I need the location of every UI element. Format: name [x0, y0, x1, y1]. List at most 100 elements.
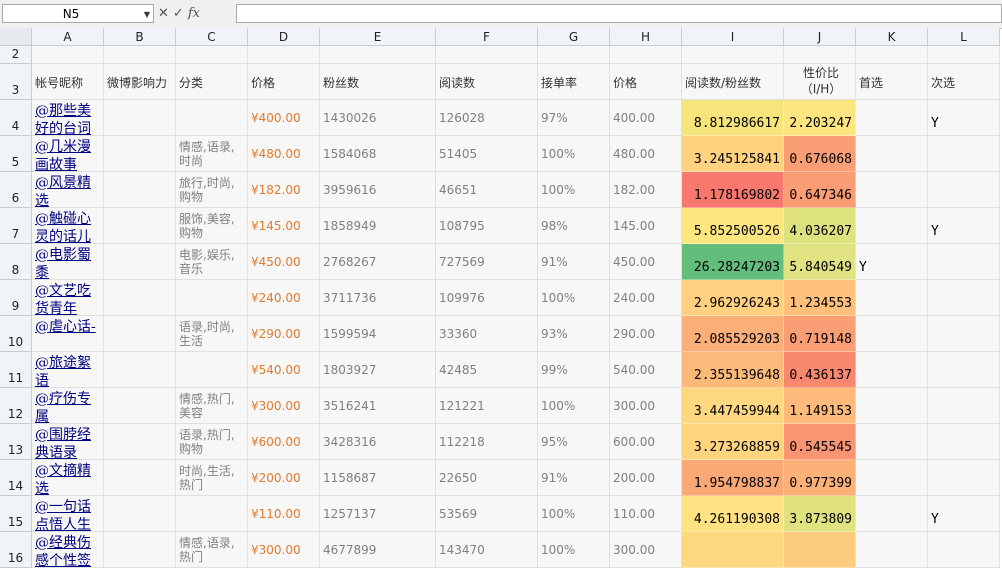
price-value-cell[interactable]: 290.00: [610, 316, 682, 352]
account-name-link[interactable]: @电影蜀 黍: [32, 244, 104, 280]
second-choice-cell[interactable]: [928, 172, 1000, 208]
read-fan-ratio-cell[interactable]: 1.954798837: [682, 460, 784, 496]
column-header-i[interactable]: I: [682, 28, 784, 46]
grid-cell[interactable]: [104, 46, 176, 64]
influence-cell[interactable]: [104, 388, 176, 424]
account-name-link[interactable]: @一句话 点悟人生: [32, 496, 104, 532]
fans-cell[interactable]: 1158687: [320, 460, 436, 496]
order-rate-cell[interactable]: 100%: [538, 388, 610, 424]
fans-cell[interactable]: 3711736: [320, 280, 436, 316]
read-fan-ratio-cell[interactable]: [682, 532, 784, 568]
second-choice-cell[interactable]: [928, 388, 1000, 424]
column-header-d[interactable]: D: [248, 28, 320, 46]
price-value-cell[interactable]: 145.00: [610, 208, 682, 244]
column-header-h[interactable]: H: [610, 28, 682, 46]
second-choice-cell[interactable]: Y: [928, 208, 1000, 244]
fans-cell[interactable]: 1257137: [320, 496, 436, 532]
column-title-b[interactable]: 微博影响力: [104, 64, 176, 100]
influence-cell[interactable]: [104, 424, 176, 460]
fans-cell[interactable]: 3516241: [320, 388, 436, 424]
read-fan-ratio-cell[interactable]: 8.812986617: [682, 100, 784, 136]
fans-cell[interactable]: 1430026: [320, 100, 436, 136]
column-header-c[interactable]: C: [176, 28, 248, 46]
price-cell[interactable]: ¥200.00: [248, 460, 320, 496]
read-fan-ratio-cell[interactable]: 1.178169802: [682, 172, 784, 208]
grid-cell[interactable]: [176, 46, 248, 64]
read-fan-ratio-cell[interactable]: 2.085529203: [682, 316, 784, 352]
reads-cell[interactable]: 727569: [436, 244, 538, 280]
formula-input[interactable]: [236, 4, 1002, 23]
row-header[interactable]: 16: [0, 532, 32, 568]
fans-cell[interactable]: 1803927: [320, 352, 436, 388]
second-choice-cell[interactable]: [928, 316, 1000, 352]
grid-cell[interactable]: [320, 46, 436, 64]
fans-cell[interactable]: 4677899: [320, 532, 436, 568]
grid-cell[interactable]: [784, 46, 856, 64]
value-ratio-cell[interactable]: 4.036207: [784, 208, 856, 244]
read-fan-ratio-cell[interactable]: 2.355139648: [682, 352, 784, 388]
row-header[interactable]: 14: [0, 460, 32, 496]
order-rate-cell[interactable]: 97%: [538, 100, 610, 136]
grid-cell[interactable]: [682, 46, 784, 64]
read-fan-ratio-cell[interactable]: 5.852500526: [682, 208, 784, 244]
price-cell[interactable]: ¥145.00: [248, 208, 320, 244]
price-value-cell[interactable]: 600.00: [610, 424, 682, 460]
column-header-f[interactable]: F: [436, 28, 538, 46]
influence-cell[interactable]: [104, 136, 176, 172]
price-value-cell[interactable]: 540.00: [610, 352, 682, 388]
first-choice-cell[interactable]: [856, 496, 928, 532]
read-fan-ratio-cell[interactable]: 3.245125841: [682, 136, 784, 172]
row-header[interactable]: 13: [0, 424, 32, 460]
row-header[interactable]: 15: [0, 496, 32, 532]
reads-cell[interactable]: 53569: [436, 496, 538, 532]
second-choice-cell[interactable]: [928, 280, 1000, 316]
fans-cell[interactable]: 1584068: [320, 136, 436, 172]
grid-cell[interactable]: [610, 46, 682, 64]
price-cell[interactable]: ¥182.00: [248, 172, 320, 208]
category-cell[interactable]: 情感,语录, 时尚: [176, 136, 248, 172]
order-rate-cell[interactable]: 98%: [538, 208, 610, 244]
column-title-a[interactable]: 帐号昵称: [32, 64, 104, 100]
account-name-link[interactable]: @经典伤 感个性签: [32, 532, 104, 568]
row-header[interactable]: 6: [0, 172, 32, 208]
first-choice-cell[interactable]: Y: [856, 244, 928, 280]
function-icon[interactable]: fx: [188, 6, 200, 21]
second-choice-cell[interactable]: [928, 532, 1000, 568]
first-choice-cell[interactable]: [856, 172, 928, 208]
price-cell[interactable]: ¥450.00: [248, 244, 320, 280]
row-header[interactable]: 5: [0, 136, 32, 172]
order-rate-cell[interactable]: 91%: [538, 460, 610, 496]
value-ratio-cell[interactable]: 0.545545: [784, 424, 856, 460]
grid-cell[interactable]: [248, 46, 320, 64]
price-value-cell[interactable]: 240.00: [610, 280, 682, 316]
first-choice-cell[interactable]: [856, 352, 928, 388]
category-cell[interactable]: [176, 100, 248, 136]
influence-cell[interactable]: [104, 532, 176, 568]
check-icon[interactable]: ✓: [173, 6, 184, 21]
price-cell[interactable]: ¥110.00: [248, 496, 320, 532]
value-ratio-cell[interactable]: 0.647346: [784, 172, 856, 208]
influence-cell[interactable]: [104, 352, 176, 388]
chevron-down-icon[interactable]: ▼: [144, 5, 150, 24]
column-title-d[interactable]: 价格: [248, 64, 320, 100]
first-choice-cell[interactable]: [856, 532, 928, 568]
account-name-link[interactable]: @几米漫 画故事: [32, 136, 104, 172]
row-header[interactable]: 8: [0, 244, 32, 280]
price-value-cell[interactable]: 300.00: [610, 388, 682, 424]
price-cell[interactable]: ¥400.00: [248, 100, 320, 136]
second-choice-cell[interactable]: [928, 136, 1000, 172]
column-title-g[interactable]: 接单率: [538, 64, 610, 100]
reads-cell[interactable]: 42485: [436, 352, 538, 388]
category-cell[interactable]: 语录,热门, 购物: [176, 424, 248, 460]
grid-cell[interactable]: [856, 46, 928, 64]
fans-cell[interactable]: 1599594: [320, 316, 436, 352]
value-ratio-cell[interactable]: 2.203247: [784, 100, 856, 136]
reads-cell[interactable]: 143470: [436, 532, 538, 568]
price-value-cell[interactable]: 110.00: [610, 496, 682, 532]
influence-cell[interactable]: [104, 244, 176, 280]
second-choice-cell[interactable]: [928, 244, 1000, 280]
price-cell[interactable]: ¥300.00: [248, 532, 320, 568]
value-ratio-cell[interactable]: 0.719148: [784, 316, 856, 352]
grid-cell[interactable]: [928, 46, 1000, 64]
row-header[interactable]: 12: [0, 388, 32, 424]
